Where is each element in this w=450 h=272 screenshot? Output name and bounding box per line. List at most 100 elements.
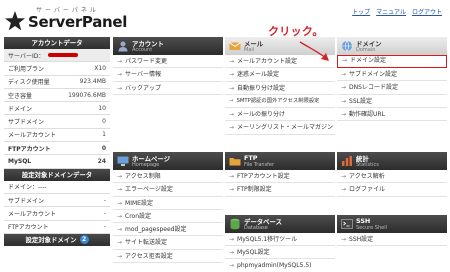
arrow-icon: → — [229, 186, 235, 194]
arrow-icon: → — [229, 235, 235, 243]
section-ftp-db: FTP File Transfer → FTPアカウント設定 → FTP制限設定 デ… — [225, 152, 335, 272]
section-header: ドメイン Domain — [337, 37, 447, 55]
menu-item[interactable]: → アクセス拒否設定 — [113, 250, 223, 264]
row-value: 24 — [97, 158, 106, 166]
arrow-icon: → — [117, 252, 123, 260]
menu-item[interactable]: → バックアップ — [113, 82, 223, 95]
menu-item[interactable]: → サイト転送設定 — [113, 236, 223, 250]
menu-item-label: サイト転送設定 — [125, 239, 168, 247]
menu-item-label: MySQL設定 — [237, 249, 270, 257]
arrow-icon: → — [117, 226, 123, 234]
account-row: ディスク使用量 923.4MB — [4, 76, 110, 89]
menu-item[interactable]: → アクセス解析 — [337, 170, 447, 184]
mail-icon — [229, 42, 241, 50]
menu-item-label: サブドメイン設定 — [349, 71, 398, 78]
arrow-icon: → — [229, 124, 235, 132]
menu-item[interactable]: → FTP制限設定 — [225, 183, 335, 197]
row-label: FTPアカウント — [8, 224, 49, 232]
menu-item-label: アクセス拒否設定 — [125, 252, 173, 260]
menu-item[interactable]: → FTPアカウント設定 — [225, 170, 335, 184]
menu-item[interactable]: → ログファイル — [337, 183, 447, 197]
domain-settings-link[interactable]: → ドメイン設定 — [337, 55, 447, 68]
row-value: 923.4MB — [79, 78, 106, 86]
section-subtitle: Homepage — [132, 162, 160, 168]
section-header: メール Mail — [225, 37, 335, 55]
menu-item[interactable]: → メールの振り分け — [225, 108, 335, 122]
arrow-icon: → — [229, 262, 235, 270]
menu-item-label: ドメイン設定 — [350, 57, 387, 64]
header: サーバーパネル ServerPanel トップ マニュアル ログアウト — [0, 0, 450, 36]
account-row: ご利用プラン X10 — [4, 62, 110, 76]
menu-item-label: DNSレコード設定 — [349, 84, 398, 92]
arrow-icon: → — [341, 97, 347, 105]
help-badge-icon[interactable]: 2 — [79, 235, 89, 245]
menu-item[interactable]: → MIME設定 — [113, 197, 223, 210]
server-id-redacted — [48, 53, 79, 58]
arrow-icon: → — [117, 58, 123, 65]
server-id-label: サーバーID： — [8, 52, 45, 60]
arrow-icon: → — [229, 58, 235, 65]
target-domain-label: 設定対象ドメイン — [25, 235, 77, 244]
menu-item[interactable]: → アクセス制限 — [113, 170, 223, 184]
menu-item[interactable]: → メーリングリスト・メールマガジン — [225, 121, 335, 135]
arrow-icon: → — [229, 71, 235, 79]
menu-item[interactable]: → サブドメイン設定 — [337, 68, 447, 82]
menu-item[interactable]: → Cron設定 — [113, 210, 223, 224]
account-row: 空き容量 199076.6MB — [4, 89, 110, 103]
arrow-icon: → — [341, 235, 347, 243]
account-row: MySQL 24 — [4, 155, 110, 169]
menu-item[interactable]: → mod_pagespeed設定 — [113, 223, 223, 237]
top-link[interactable]: トップ — [352, 9, 370, 16]
menu-item[interactable]: → サーバー情報 — [113, 68, 223, 82]
row-value: - — [103, 223, 106, 231]
chart-icon — [342, 156, 352, 166]
arrow-icon: → — [341, 71, 347, 78]
section-subtitle: Database — [244, 224, 268, 231]
row-label: ドメイン — [8, 105, 33, 113]
menu-item[interactable]: → DNSレコード設定 — [337, 81, 447, 95]
server-id-row: サーバーID： — [4, 49, 110, 63]
arrow-icon: → — [341, 173, 347, 180]
sidebar: アカウントデータ サーバーID： ご利用プラン X10 ディスク使用量 923.4M… — [4, 37, 110, 246]
row-label: FTPアカウント — [8, 145, 51, 153]
domain-data-header: 設定対象ドメインデータ — [4, 168, 110, 181]
domain-row: サブドメイン - — [4, 194, 110, 208]
logo[interactable]: サーバーパネル ServerPanel — [4, 5, 127, 33]
section-subtitle: Statistics — [356, 162, 379, 168]
arrow-icon: → — [117, 186, 123, 194]
arrow-icon: → — [229, 173, 235, 180]
menu-item-label: phpmyadmin(MySQL5.5) — [237, 262, 312, 270]
menu-item[interactable]: → 迷惑メール設定 — [225, 68, 335, 82]
menu-item[interactable]: → 動作確認URL — [337, 108, 447, 122]
menu-item[interactable]: → エラーページ設定 — [113, 183, 223, 197]
row-label: ご利用プラン — [8, 65, 45, 73]
menu-item-label: FTP制限設定 — [237, 186, 272, 194]
menu-item[interactable]: → 自動振り分け設定 — [225, 82, 335, 95]
database-icon — [230, 218, 240, 230]
menu-item[interactable]: → メールアカウント設定 — [225, 55, 335, 69]
section-subtitle: Account — [132, 47, 153, 53]
logout-link[interactable]: ログアウト — [412, 9, 442, 16]
menu-item-label: メーリングリスト・メールマガジン — [237, 124, 334, 132]
menu-item-label: SSL設定 — [349, 97, 372, 105]
menu-item[interactable]: → パスワード変更 — [113, 55, 223, 69]
menu-row-1: アカウント Account → パスワード変更 → サーバー情報 → バックアップ メ… — [113, 37, 447, 135]
section-stats-ssh: 統計 Statistics → アクセス解析 → ログファイル SSH Secure… — [337, 152, 447, 272]
logo-text: ServerPanel — [28, 13, 128, 31]
menu-item[interactable]: → SSL設定 — [337, 95, 447, 108]
row-value: 10 — [98, 104, 106, 112]
arrow-icon: → — [229, 249, 235, 257]
menu-item[interactable]: → phpmyadmin(MySQL5.5) — [225, 259, 335, 272]
menu-item[interactable]: → SSH設定 — [337, 233, 447, 247]
manual-link[interactable]: マニュアル — [376, 9, 406, 16]
section-title: SSH — [356, 216, 371, 225]
arrow-icon: → — [117, 84, 123, 92]
menu-item-label: ログファイル — [349, 186, 386, 194]
menu-row-2: ホームページ Homepage → アクセス制限 → エラーページ設定 → MIME設… — [113, 152, 447, 272]
menu-item[interactable]: → MySQL5.1移行ツール — [225, 233, 335, 247]
menu-item[interactable]: → SMTP認証の国外アクセス制限設定 — [225, 95, 335, 109]
menu-item[interactable]: → MySQL設定 — [225, 246, 335, 260]
row-value: 199076.6MB — [68, 91, 106, 99]
ssh-icon — [341, 219, 353, 229]
